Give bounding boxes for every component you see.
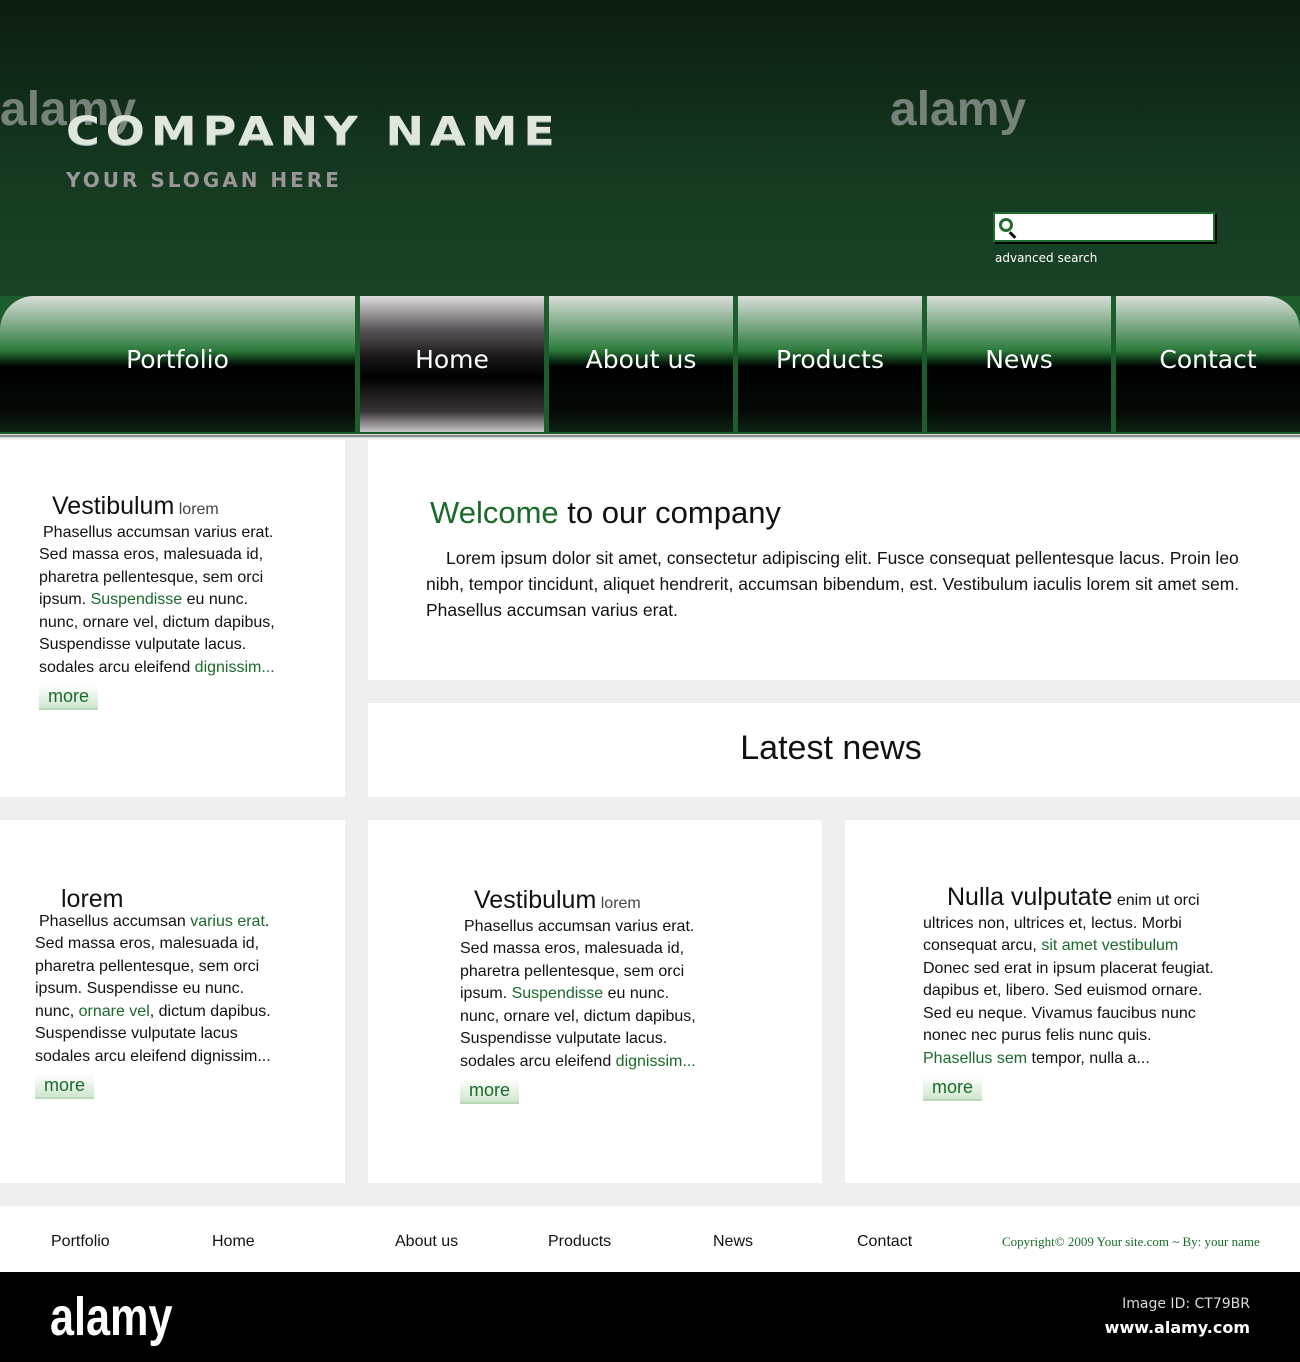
watermark-bar: alamy Image ID: CT79BR www.alamy.com (0, 1272, 1300, 1362)
nav-home[interactable]: Home (360, 296, 544, 432)
welcome-body: Lorem ipsum dolor sit amet, consectetur … (426, 548, 1240, 620)
welcome-title: Welcome to our company (430, 495, 781, 530)
divider (0, 434, 1300, 438)
more-button[interactable]: more (35, 1074, 95, 1099)
search-input[interactable] (1021, 216, 1209, 238)
more-button[interactable]: more (460, 1079, 520, 1104)
nav-news[interactable]: News (927, 296, 1111, 432)
news-box-content: Vestibulum lorem Phasellus accumsan vari… (460, 888, 696, 1104)
footer-link-home[interactable]: Home (212, 1233, 255, 1251)
copyright: Copyright© 2009 Your site.com ~ By: your… (1002, 1234, 1260, 1249)
news-box-content: Nulla vulputate enim ut orci ultrices no… (923, 885, 1214, 1101)
watermark-logo: alamy (50, 1287, 173, 1347)
watermark-url: www.alamy.com (1104, 1318, 1250, 1337)
search-icon (999, 218, 1013, 232)
footer-link-news[interactable]: News (713, 1233, 753, 1251)
slogan: YOUR SLOGAN HERE (66, 168, 342, 192)
footer-link-portfolio[interactable]: Portfolio (51, 1233, 110, 1251)
main-nav: Portfolio Home About us Products News Co… (0, 296, 1300, 434)
nav-contact[interactable]: Contact (1116, 296, 1300, 432)
image-id: Image ID: CT79BR (1122, 1296, 1250, 1312)
footer-link-about[interactable]: About us (395, 1233, 458, 1251)
nav-portfolio[interactable]: Portfolio (0, 296, 355, 432)
search-box[interactable] (993, 212, 1215, 242)
more-button[interactable]: more (923, 1076, 983, 1101)
sidebar-box-content: Vestibulum lorem Phasellus accumsan vari… (39, 492, 275, 710)
more-button[interactable]: more (39, 685, 99, 710)
company-name: COMPANY NAME (66, 108, 561, 154)
nav-products[interactable]: Products (738, 296, 922, 432)
nav-about[interactable]: About us (549, 296, 733, 432)
advanced-search-link[interactable]: advanced search (995, 251, 1097, 265)
footer-link-products[interactable]: Products (548, 1233, 611, 1251)
latest-news-heading: Latest news (740, 729, 922, 767)
footer-link-contact[interactable]: Contact (857, 1233, 912, 1251)
box-title: Vestibulum (52, 492, 175, 520)
news-box-content: lorem Phasellus accumsan varius erat. Se… (35, 887, 271, 1099)
watermark-logo: alamy (890, 83, 1027, 136)
